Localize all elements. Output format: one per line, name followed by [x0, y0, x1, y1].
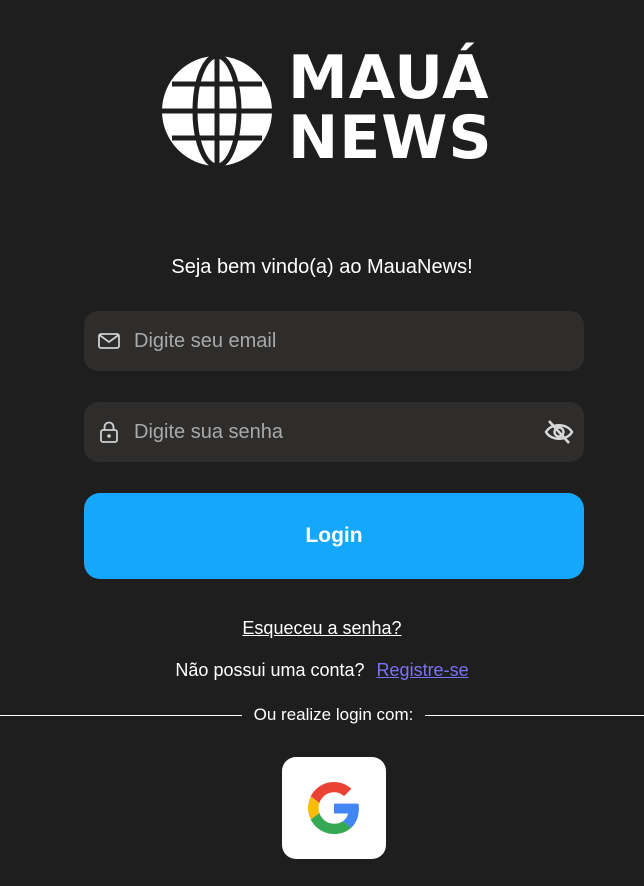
- register-row: Não possui uma conta? Registre-se: [0, 660, 644, 681]
- forgot-password-link[interactable]: Esqueceu a senha?: [242, 618, 401, 638]
- divider-line-right: [425, 715, 644, 716]
- logo-line-2: NEWS: [288, 103, 493, 173]
- google-login-button[interactable]: [282, 757, 386, 859]
- globe-icon: [162, 54, 272, 168]
- forgot-password-row: Esqueceu a senha?: [0, 618, 644, 639]
- login-page: MAUÁ NEWS Seja bem vindo(a) ao MauaNews!…: [0, 0, 644, 886]
- logo: MAUÁ NEWS: [160, 44, 510, 170]
- login-button[interactable]: Login: [84, 493, 584, 579]
- register-question: Não possui uma conta?: [175, 660, 365, 680]
- logo-line-1: MAUÁ: [288, 43, 490, 113]
- register-link[interactable]: Registre-se: [377, 660, 469, 680]
- password-field[interactable]: [84, 402, 584, 462]
- email-input[interactable]: [134, 311, 534, 371]
- divider-line-left: [0, 715, 242, 716]
- email-field[interactable]: [84, 311, 584, 371]
- logo-text: MAUÁ NEWS: [288, 48, 493, 168]
- eye-off-icon[interactable]: [544, 418, 574, 446]
- welcome-text: Seja bem vindo(a) ao MauaNews!: [171, 256, 473, 278]
- mail-icon: [98, 333, 120, 349]
- password-input[interactable]: [134, 402, 534, 462]
- lock-icon: [100, 421, 118, 443]
- divider-text: Ou realize login com:: [253, 705, 414, 724]
- google-icon: [308, 782, 359, 834]
- social-divider: Ou realize login com:: [0, 705, 644, 727]
